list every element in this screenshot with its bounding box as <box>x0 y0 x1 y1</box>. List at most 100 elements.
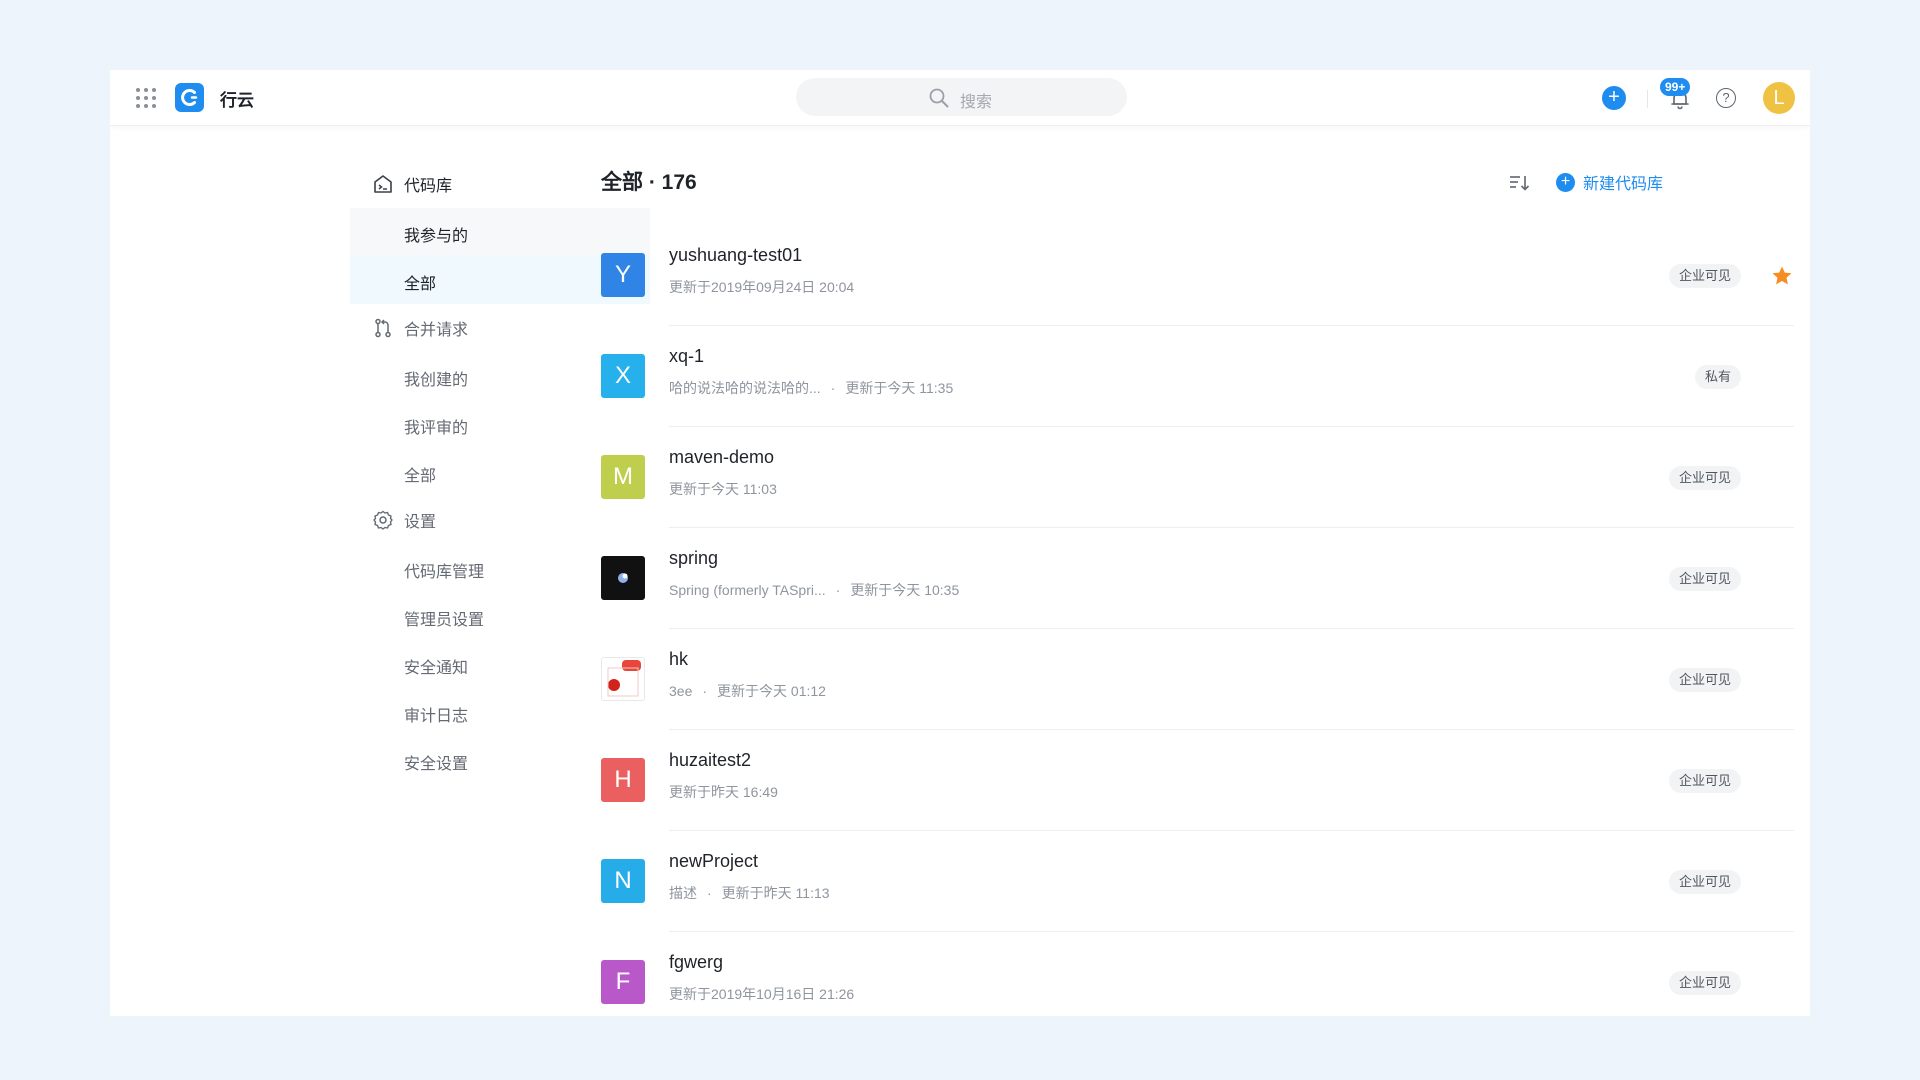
notification-badge: 99+ <box>1660 78 1691 96</box>
repository-avatar: M <box>601 455 645 499</box>
top-bar: 行云 搜索 + 99+ ? L <box>110 70 1810 126</box>
repository-updated-time: 更新于今天 11:03 <box>669 481 777 497</box>
visibility-badge: 企业可见 <box>1668 264 1741 288</box>
repository-description: 哈的说法哈的说法哈的... <box>669 380 821 396</box>
repository-description: 描述 <box>669 885 697 901</box>
repository-row[interactable]: NnewProject 描述 · 更新于昨天 11:13 企业可见 <box>601 831 1794 932</box>
repository-updated-time: 更新于昨天 11:13 <box>721 885 830 901</box>
visibility-badge: 企业可见 <box>1668 769 1741 793</box>
repository-name[interactable]: hk <box>669 649 688 670</box>
star-icon[interactable] <box>1770 264 1794 288</box>
sidebar-item-label: 我参与的 <box>404 228 469 245</box>
visibility-badge: 企业可见 <box>1668 668 1741 692</box>
visibility-badge: 企业可见 <box>1668 971 1741 995</box>
app-window: 行云 搜索 + 99+ ? L 代码库 我参与的 全部 合并请求 我创建的 我评审的 全部设… <box>110 70 1810 1016</box>
repository-row[interactable]: Hhuzaitest2 更新于昨天 16:49 企业可见 <box>601 730 1794 831</box>
sidebar-item[interactable]: 安全通知 <box>240 640 540 688</box>
repository-icon <box>372 173 394 200</box>
repository-name[interactable]: newProject <box>669 851 758 872</box>
sidebar-item-label: 管理员设置 <box>404 612 485 629</box>
repository-name[interactable]: yushuang-test01 <box>669 245 802 266</box>
repository-meta: 更新于今天 11:03 <box>669 479 777 499</box>
repository-row[interactable]: Xxq-1 哈的说法哈的说法哈的... · 更新于今天 11:35 私有 <box>601 326 1794 427</box>
sidebar-item[interactable]: 代码库管理 <box>240 544 540 592</box>
plus-circle-icon: + <box>1556 172 1575 192</box>
repository-description: Spring (formerly TASpri... <box>669 582 826 598</box>
divider <box>1647 90 1648 108</box>
repository-updated-time: 更新于2019年09月24日 20:04 <box>669 279 855 295</box>
repository-name[interactable]: maven-demo <box>669 447 774 468</box>
repository-meta: 3ee · 更新于今天 01:12 <box>669 681 826 701</box>
repository-avatar: H <box>601 758 645 802</box>
repository-updated-time: 更新于今天 10:35 <box>850 582 960 598</box>
repository-row[interactable]: Yyushuang-test01 更新于2019年09月24日 20:04 企业可见 <box>601 225 1794 326</box>
sidebar-group-label: 合并请求 <box>404 322 469 339</box>
repository-row[interactable]: Ffgwerg 更新于2019年10月16日 21:26 企业可见 <box>601 932 1794 1016</box>
sidebar-item[interactable]: 我评审的 <box>240 400 540 448</box>
sidebar-group-1[interactable]: 合并请求 <box>240 304 540 352</box>
repository-row[interactable]: spring Spring (formerly TASpri... · 更新于今天 1… <box>601 528 1794 629</box>
repository-meta: 更新于昨天 16:49 <box>669 782 778 802</box>
sidebar-group-label: 代码库 <box>404 178 453 195</box>
gear-icon <box>372 509 394 536</box>
new-repository-button[interactable]: + 新建代码库 <box>1556 170 1663 194</box>
sidebar-item-label: 审计日志 <box>404 708 469 725</box>
user-avatar[interactable]: L <box>1763 82 1795 114</box>
repository-row[interactable]: hk 3ee · 更新于今天 01:12 企业可见 <box>601 629 1794 730</box>
meta-separator: · <box>702 683 708 699</box>
repository-avatar: F <box>601 960 645 1004</box>
repository-name[interactable]: spring <box>669 548 718 569</box>
repository-updated-time: 更新于今天 11:35 <box>845 380 954 396</box>
sidebar-item[interactable]: 审计日志 <box>240 688 540 736</box>
sidebar: 代码库 我参与的 全部 合并请求 我创建的 我评审的 全部 设置 代码库管理 管理员设置 安全通知审… <box>240 160 650 784</box>
repository-meta: 更新于2019年10月16日 21:26 <box>669 984 854 1004</box>
sidebar-group-0[interactable]: 代码库 <box>240 160 540 208</box>
repository-avatar: N <box>601 859 645 903</box>
sidebar-item-label: 代码库管理 <box>404 564 485 581</box>
search-placeholder: 搜索 <box>960 94 993 111</box>
hk-logo-image <box>601 657 645 701</box>
meta-separator: · <box>707 885 712 901</box>
create-plus-button[interactable]: + <box>1602 86 1626 110</box>
repository-avatar: X <box>601 354 645 398</box>
new-repository-label: 新建代码库 <box>1583 176 1664 193</box>
visibility-badge: 私有 <box>1694 365 1741 389</box>
sidebar-item-label: 全部 <box>404 276 437 293</box>
sidebar-item-label: 全部 <box>404 468 437 485</box>
merge-request-icon <box>372 317 394 344</box>
repository-name[interactable]: fgwerg <box>669 952 723 973</box>
repository-name[interactable]: huzaitest2 <box>669 750 751 771</box>
page-title: 全部 · 176 <box>601 171 697 194</box>
repository-avatar: Y <box>601 253 645 297</box>
sidebar-item-label: 我创建的 <box>404 372 469 389</box>
sidebar-item[interactable]: 安全设置 <box>240 736 540 784</box>
sidebar-group-2[interactable]: 设置 <box>240 496 540 544</box>
app-logo-icon[interactable] <box>175 83 204 112</box>
sidebar-item[interactable]: 我创建的 <box>240 352 540 400</box>
search-input[interactable]: 搜索 <box>796 78 1127 116</box>
visibility-badge: 企业可见 <box>1668 466 1741 490</box>
meta-separator: · <box>835 582 841 598</box>
repository-updated-time: 更新于2019年10月16日 21:26 <box>669 986 855 1002</box>
sidebar-item-label: 安全通知 <box>404 660 469 677</box>
repository-meta: 描述 · 更新于昨天 11:13 <box>669 883 830 903</box>
spring-logo-image <box>601 556 645 600</box>
repository-updated-time: 更新于昨天 16:49 <box>669 784 778 800</box>
repository-name[interactable]: xq-1 <box>669 346 704 367</box>
help-icon[interactable]: ? <box>1716 88 1736 108</box>
app-title: 行云 <box>220 91 254 110</box>
repository-row[interactable]: Mmaven-demo 更新于今天 11:03 企业可见 <box>601 427 1794 528</box>
repository-description: 3ee <box>669 683 693 699</box>
meta-separator: · <box>830 380 836 396</box>
app-grid-icon[interactable] <box>134 86 158 110</box>
repository-meta: Spring (formerly TASpri... · 更新于今天 10:35 <box>669 580 959 600</box>
sidebar-item[interactable]: 管理员设置 <box>240 592 540 640</box>
visibility-badge: 企业可见 <box>1668 870 1741 894</box>
sidebar-item[interactable]: 全部 <box>240 448 540 496</box>
repository-meta: 哈的说法哈的说法哈的... · 更新于今天 11:35 <box>669 378 953 398</box>
repository-updated-time: 更新于今天 01:12 <box>717 683 826 699</box>
sidebar-group-label: 设置 <box>404 514 437 531</box>
repository-meta: 更新于2019年09月24日 20:04 <box>669 277 854 297</box>
sort-icon[interactable] <box>1507 171 1531 195</box>
sidebar-item-label: 安全设置 <box>404 756 469 773</box>
